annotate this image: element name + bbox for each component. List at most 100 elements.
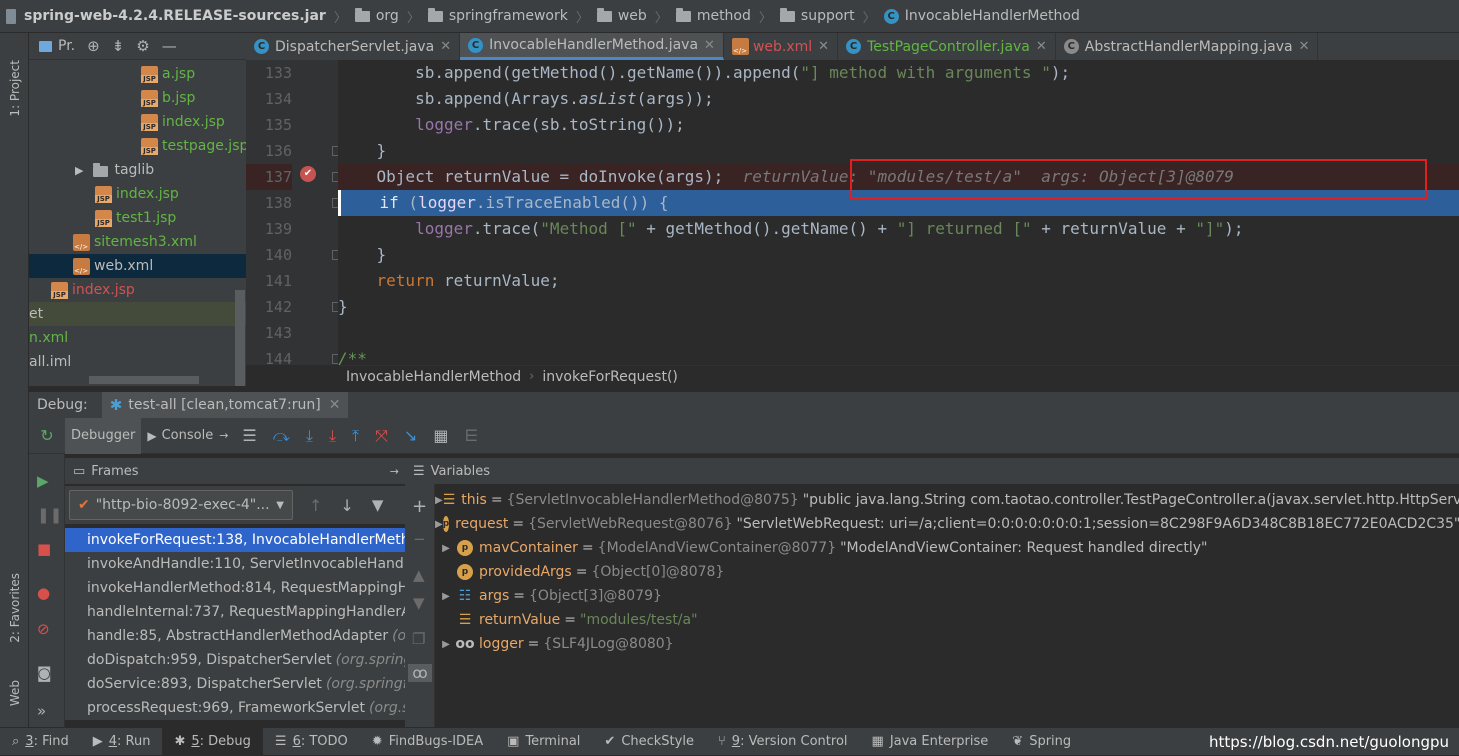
step-into-icon[interactable]: ⤓ [329, 426, 336, 446]
resume-icon[interactable]: ▶ [37, 472, 49, 490]
stack-frame[interactable]: invokeAndHandle:110, ServletInvocableHan… [65, 552, 405, 576]
add-watch-icon[interactable]: + [412, 496, 427, 517]
close-icon[interactable]: ✕ [704, 38, 715, 53]
breadcrumb-item[interactable]: support [779, 0, 855, 32]
editor-tab[interactable]: C TestPageController.java ✕ [838, 33, 1056, 60]
expand-arrow-icon[interactable]: ▶ [435, 639, 457, 650]
bottom-tool-debug[interactable]: ✱ 5: Debug [162, 727, 263, 756]
stack-frame[interactable]: doDispatch:959, DispatcherServlet (org.sp… [65, 648, 405, 672]
project-tool-tab[interactable]: 1: Project [0, 43, 29, 133]
project-view-select[interactable]: Pr. [58, 38, 75, 54]
tree-item[interactable]: JSP index.jsp [29, 278, 246, 302]
breadcrumb-item[interactable]: web [596, 0, 647, 32]
up-icon[interactable]: ▲ [413, 566, 425, 584]
expand-arrow-icon[interactable]: ▶ [75, 164, 83, 177]
breadcrumb-item[interactable]: springframework [427, 0, 568, 32]
tree-item[interactable]: et [29, 302, 246, 326]
copy-icon[interactable]: ❐ [412, 630, 425, 648]
camera-icon[interactable]: ◙ [37, 664, 52, 682]
tree-item[interactable]: sitemesh3.xml [29, 230, 246, 254]
editor-breadcrumb-item[interactable]: InvocableHandlerMethod [346, 369, 521, 385]
code-editor[interactable]: sb.append(getMethod().getName()).append(… [338, 60, 1459, 365]
editor-tab[interactable]: C AbstractHandlerMapping.java ✕ [1056, 33, 1319, 60]
stack-frame[interactable]: doService:893, DispatcherServlet (org.spr… [65, 672, 405, 696]
breadcrumb-item[interactable]: org [354, 0, 399, 32]
tree-item[interactable]: web.xml [29, 254, 246, 278]
restore-icon[interactable]: → [390, 465, 399, 478]
favorites-tool-tab[interactable]: 2: Favorites [0, 553, 29, 663]
tree-item[interactable]: JSP a.jsp [29, 62, 246, 86]
stop-icon[interactable]: ■ [37, 540, 51, 558]
bottom-tool-run[interactable]: ▶ 4: Run [81, 728, 163, 756]
locate-icon[interactable]: ⊕ [87, 37, 100, 55]
tree-item[interactable]: ▶ taglib [29, 158, 246, 182]
view-breakpoints-icon[interactable]: ● [37, 584, 50, 602]
variable-row[interactable]: p providedArgs = {Object[0]@8078} [435, 560, 1459, 584]
editor-tab[interactable]: C InvocableHandlerMethod.java ✕ [460, 33, 724, 60]
expand-arrow-icon[interactable]: ▶ [435, 495, 443, 506]
remove-watch-icon[interactable]: − [413, 530, 426, 548]
breadcrumb-item[interactable]: method [675, 0, 751, 32]
close-icon[interactable]: ✕ [329, 397, 341, 413]
tree-item[interactable]: n.xml [29, 326, 246, 350]
breadcrumb-item[interactable]: spring-web-4.2.4.RELEASE-sources.jar [6, 0, 326, 32]
tab-debugger[interactable]: Debugger [65, 417, 142, 454]
tab-console[interactable]: ▶ Console → [141, 418, 234, 454]
step-over-icon[interactable]: ⤓ [306, 426, 313, 446]
close-icon[interactable]: ✕ [440, 39, 451, 54]
stack-frame[interactable]: invokeHandlerMethod:814, RequestMappingH… [65, 576, 405, 600]
close-icon[interactable]: ✕ [1299, 39, 1310, 54]
stack-frame[interactable]: handle:85, AbstractHandlerMethodAdapter(… [65, 624, 405, 648]
bottom-tool-javaenterprise[interactable]: ▦ Java Enterprise [860, 728, 1001, 756]
expand-arrow-icon[interactable]: ▶ [435, 519, 443, 530]
expand-arrow-icon[interactable]: ▶ [435, 543, 457, 554]
pause-icon[interactable]: ❚❚ [37, 506, 62, 524]
debug-config-tab[interactable]: ✱ test-all [clean,tomcat7:run] ✕ [101, 391, 349, 419]
editor-breadcrumb-item[interactable]: invokeForRequest() [542, 369, 678, 385]
close-icon[interactable]: ✕ [818, 39, 829, 54]
stack-frame[interactable]: handleInternal:737, RequestMappingHandle… [65, 600, 405, 624]
mute-breakpoints-icon[interactable]: ⊘ [37, 620, 50, 638]
bottom-tool-todo[interactable]: ☰ 6: TODO [263, 728, 360, 756]
more-icon[interactable]: » [37, 702, 46, 720]
tree-item[interactable]: all.iml [29, 350, 246, 374]
drop-frame-icon[interactable]: ⤧ [375, 426, 388, 446]
hide-icon[interactable]: — [162, 37, 177, 55]
collapse-all-icon[interactable]: ⇟ [112, 37, 125, 55]
variable-row[interactable]: ▶ ☰ this = {ServletInvocableHandlerMethod@80… [435, 488, 1459, 512]
breakpoint-icon[interactable]: ✔ [300, 166, 316, 182]
stack-frame[interactable]: invokeForRequest:138, InvocableHandlerMe… [65, 528, 405, 552]
watches-toggle-icon[interactable]: ꝏ [408, 664, 432, 682]
show-execution-point-icon[interactable]: ⤼ [273, 426, 290, 446]
editor-tab[interactable]: C DispatcherServlet.java ✕ [246, 33, 461, 60]
tree-item[interactable]: JSP b.jsp [29, 86, 246, 110]
breadcrumb-item[interactable]: C InvocableHandlerMethod [883, 0, 1080, 32]
menu-icon[interactable]: ☰ [242, 426, 256, 445]
rerun-icon[interactable]: ↻ [29, 426, 65, 445]
bottom-tool-find[interactable]: ⌕ 3: Find [0, 728, 81, 756]
run-to-cursor-icon[interactable]: ↘ [404, 426, 417, 445]
editor-tab[interactable]: web.xml ✕ [724, 33, 839, 60]
web-tool-tab[interactable]: Web [0, 663, 29, 723]
variable-row[interactable]: ▶ p request = {ServletWebRequest@8076} "Servl… [435, 512, 1459, 536]
thread-select[interactable]: ✔ "http-bio-8092-exec-4"... ▼ [69, 490, 293, 520]
variable-row[interactable]: ▶ ☷ args = {Object[3]@8079} [435, 584, 1459, 608]
bottom-tool-terminal[interactable]: ▣ Terminal [495, 728, 592, 756]
up-arrow-icon[interactable]: ↑ [309, 496, 322, 515]
bottom-tool-versioncontrol[interactable]: ⑂ 9: Version Control [706, 728, 860, 756]
tree-item[interactable]: JSP test1.jsp [29, 206, 246, 230]
gear-icon[interactable]: ⚙ [136, 37, 149, 55]
tree-hscrollbar[interactable] [89, 376, 199, 384]
variable-row[interactable]: ▶ p mavContainer = {ModelAndViewContainer@80… [435, 536, 1459, 560]
expand-arrow-icon[interactable]: ▶ [435, 591, 457, 602]
tree-item[interactable]: JSP index.jsp [29, 110, 246, 134]
bottom-tool-spring[interactable]: ❦ Spring [1000, 728, 1083, 756]
tree-item[interactable]: JSP testpage.jsp [29, 134, 246, 158]
tree-scrollbar[interactable] [235, 290, 245, 386]
tree-item[interactable]: JSP index.jsp [29, 182, 246, 206]
down-arrow-icon[interactable]: ↓ [340, 496, 353, 515]
stack-frame[interactable]: processRequest:969, FrameworkServlet (org… [65, 696, 405, 720]
filter-icon[interactable]: ▼ [372, 496, 384, 514]
down-icon[interactable]: ▼ [413, 594, 425, 612]
step-out-icon[interactable]: ⤒ [352, 426, 359, 446]
